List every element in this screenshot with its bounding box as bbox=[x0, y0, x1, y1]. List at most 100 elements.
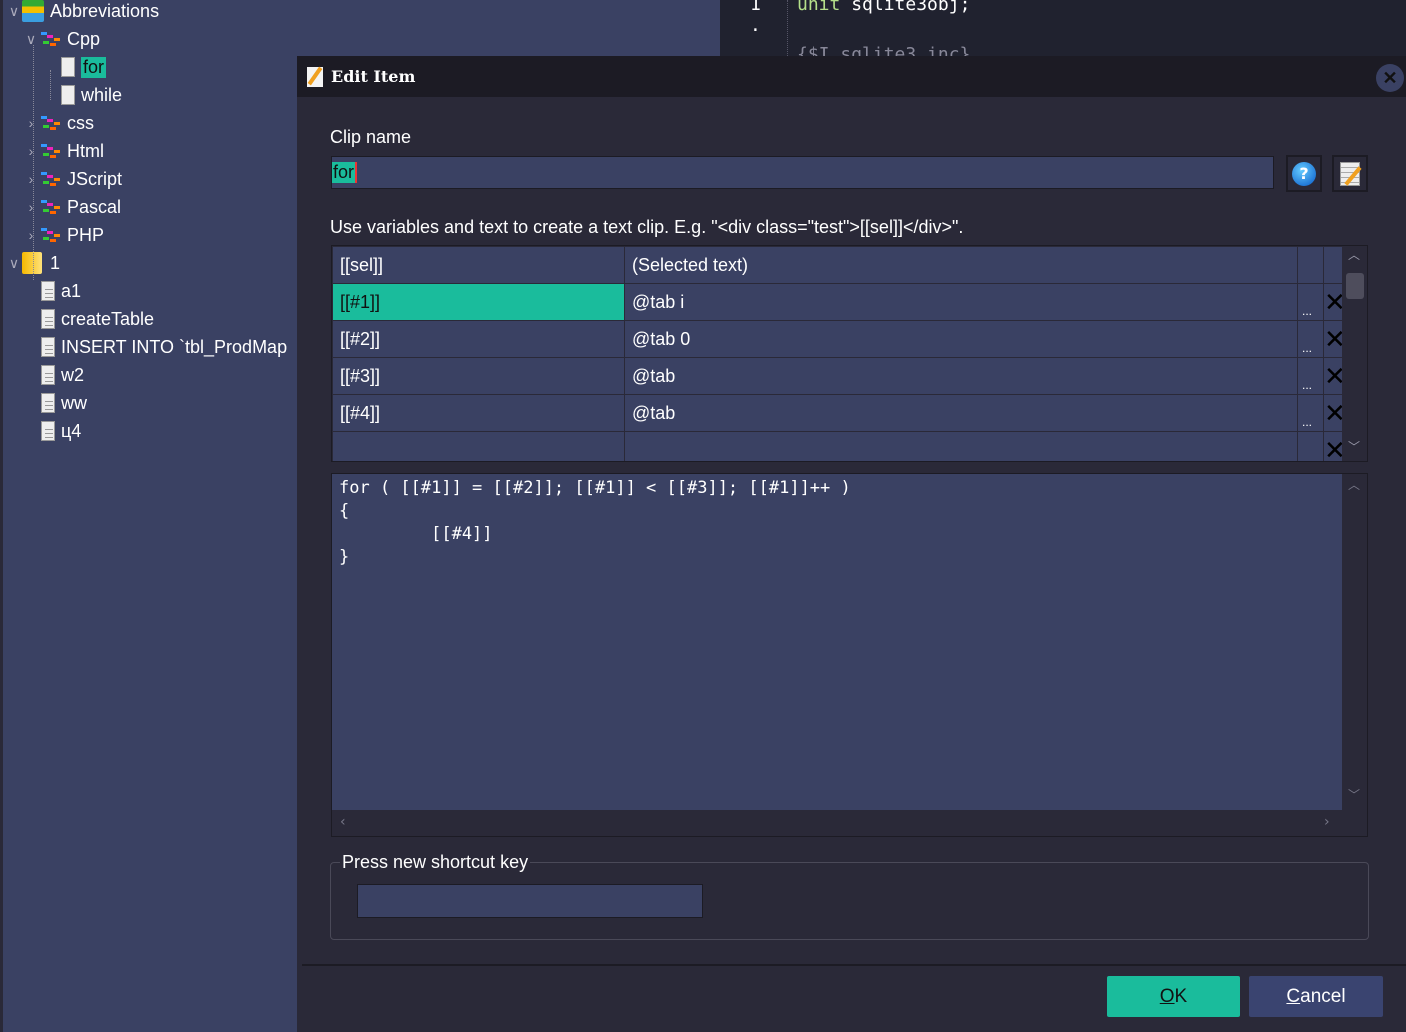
variables-table[interactable]: [[sel]] (Selected text) [[#1]] @tab i... ✕[[… bbox=[331, 245, 1368, 462]
group-icon bbox=[39, 228, 63, 242]
chevron-right-icon[interactable]: › bbox=[23, 115, 39, 131]
tree-item-label: a1 bbox=[61, 280, 82, 301]
tree-item-label: 1 bbox=[50, 252, 61, 273]
tree-item-label: Cpp bbox=[67, 28, 101, 49]
tree-item[interactable]: ∨ Cpp bbox=[23, 25, 100, 53]
variable-value[interactable]: @tab 0 bbox=[624, 320, 1298, 358]
variable-value[interactable]: @tab bbox=[624, 394, 1298, 432]
tree-item-label: PHP bbox=[67, 224, 105, 245]
variable-row[interactable]: [[#2]] @tab 0... ✕ bbox=[332, 320, 1347, 358]
variable-row[interactable]: ... ✕ bbox=[332, 431, 1347, 461]
keyword: unit bbox=[797, 0, 841, 15]
tree-item-label: ww bbox=[61, 392, 87, 413]
document-icon bbox=[41, 393, 55, 413]
variable-name[interactable] bbox=[332, 431, 625, 461]
scroll-up-icon[interactable]: ︿ bbox=[1348, 476, 1360, 493]
clip-text[interactable]: for ( [[#1]] = [[#2]]; [[#1]] < [[#3]]; … bbox=[339, 477, 1335, 569]
close-button[interactable]: ✕ bbox=[1376, 64, 1404, 92]
tree-line bbox=[33, 45, 34, 280]
ellipsis-button[interactable]: ... bbox=[1297, 320, 1324, 358]
tree-item[interactable]: for bbox=[61, 53, 107, 81]
clip-name-input[interactable]: for bbox=[331, 156, 1274, 189]
variable-value[interactable]: @tab bbox=[624, 357, 1298, 395]
chevron-down-icon[interactable]: ∨ bbox=[6, 3, 22, 20]
group-icon bbox=[39, 32, 63, 46]
tree-item[interactable]: ww bbox=[41, 389, 87, 417]
clip-icon bbox=[61, 85, 75, 105]
shortcut-label: Press new shortcut key bbox=[340, 852, 531, 873]
variable-row[interactable]: [[#4]] @tab... ✕ bbox=[332, 394, 1347, 432]
ellipsis-button[interactable]: ... bbox=[1297, 283, 1324, 321]
dialog-titlebar[interactable]: Edit Item ✕ bbox=[297, 56, 1406, 97]
clip-icon bbox=[61, 57, 75, 77]
shortcut-input[interactable] bbox=[357, 884, 703, 918]
document-icon bbox=[41, 421, 55, 441]
code-text: sqlite3obj; bbox=[840, 0, 971, 15]
tree-item[interactable]: › Pascal bbox=[23, 193, 121, 221]
variable-name[interactable]: [[#4]] bbox=[332, 394, 625, 432]
tree-item[interactable]: ∨ Abbreviations bbox=[6, 0, 159, 25]
document-icon bbox=[41, 365, 55, 385]
table-scrollbar[interactable]: ︿ ﹀ bbox=[1342, 246, 1367, 461]
folder-icon bbox=[22, 252, 42, 274]
tree-item[interactable]: createTable bbox=[41, 305, 154, 333]
tree-item[interactable]: w2 bbox=[41, 361, 84, 389]
tree-item-label: JScript bbox=[67, 168, 123, 189]
variable-name[interactable]: [[#3]] bbox=[332, 357, 625, 395]
edit-item-dialog: Edit Item ✕ Clip name for ? Use variable… bbox=[297, 56, 1406, 1032]
ellipsis-button[interactable]: ... bbox=[1297, 357, 1324, 395]
group-icon bbox=[39, 144, 63, 158]
variable-row[interactable]: [[sel]] (Selected text) bbox=[332, 246, 1347, 284]
tree-item[interactable]: › PHP bbox=[23, 221, 104, 249]
tree-item[interactable]: › Html bbox=[23, 137, 104, 165]
variable-name[interactable]: [[#2]] bbox=[332, 320, 625, 358]
tree-item-label: Html bbox=[67, 140, 104, 161]
variable-value[interactable]: @tab i bbox=[624, 283, 1298, 321]
variable-value[interactable] bbox=[624, 431, 1298, 461]
variable-row[interactable]: [[#3]] @tab... ✕ bbox=[332, 357, 1347, 395]
scroll-up-icon[interactable]: ︿ bbox=[1348, 246, 1360, 263]
group-icon bbox=[39, 116, 63, 130]
variable-row[interactable]: [[#1]] @tab i... ✕ bbox=[332, 283, 1347, 321]
ok-button[interactable]: OK bbox=[1107, 976, 1240, 1017]
chevron-right-icon[interactable]: › bbox=[23, 199, 39, 215]
tree-item[interactable]: ц4 bbox=[41, 417, 81, 445]
chevron-right-icon[interactable]: › bbox=[23, 227, 39, 243]
ellipsis-button[interactable]: ... bbox=[1297, 431, 1324, 461]
clip-name-value: for bbox=[332, 162, 358, 183]
variable-value[interactable]: (Selected text) bbox=[624, 246, 1298, 284]
scrollbar-thumb[interactable] bbox=[1346, 273, 1364, 299]
scroll-right-icon[interactable]: › bbox=[1324, 814, 1330, 830]
tree-item-label: ц4 bbox=[61, 420, 82, 441]
edit-clip-button[interactable] bbox=[1332, 155, 1368, 192]
cancel-button[interactable]: Cancel bbox=[1249, 976, 1383, 1017]
group-icon bbox=[39, 200, 63, 214]
tree-item-label: css bbox=[67, 112, 94, 133]
chevron-down-icon[interactable]: ∨ bbox=[23, 31, 39, 48]
chevron-right-icon[interactable]: › bbox=[23, 143, 39, 159]
clip-text-editor[interactable]: for ( [[#1]] = [[#2]]; [[#1]] < [[#3]]; … bbox=[331, 473, 1368, 837]
scroll-left-icon[interactable]: ‹ bbox=[340, 814, 346, 830]
line-number: 1 bbox=[750, 0, 761, 15]
tree-item[interactable]: › JScript bbox=[23, 165, 122, 193]
chevron-down-icon[interactable]: ∨ bbox=[6, 255, 22, 272]
tree-item-label: Pascal bbox=[67, 196, 122, 217]
dialog-title: Edit Item bbox=[331, 67, 416, 86]
scroll-down-icon[interactable]: ﹀ bbox=[1348, 786, 1360, 803]
group-icon bbox=[39, 172, 63, 186]
help-button[interactable]: ? bbox=[1286, 155, 1322, 192]
ellipsis-button[interactable]: ... bbox=[1297, 394, 1324, 432]
variable-name[interactable]: [[#1]] bbox=[332, 283, 625, 321]
separator bbox=[302, 964, 1406, 966]
tree-item[interactable]: a1 bbox=[41, 277, 81, 305]
scroll-down-icon[interactable]: ﹀ bbox=[1348, 438, 1360, 455]
tree-item[interactable]: INSERT INTO `tbl_ProdMap bbox=[41, 333, 287, 361]
code-line-1: unit sqlite3obj; bbox=[797, 0, 970, 15]
tree-item-label: w2 bbox=[61, 364, 85, 385]
variable-name[interactable]: [[sel]] bbox=[332, 246, 625, 284]
empty-cell bbox=[1297, 246, 1324, 284]
line-dot: · bbox=[750, 20, 761, 41]
chevron-right-icon[interactable]: › bbox=[23, 171, 39, 187]
code-editor-background: 1 · unit sqlite3obj; {$I sqlite3.inc} bbox=[720, 0, 1406, 65]
tree-item[interactable]: while bbox=[61, 81, 122, 109]
